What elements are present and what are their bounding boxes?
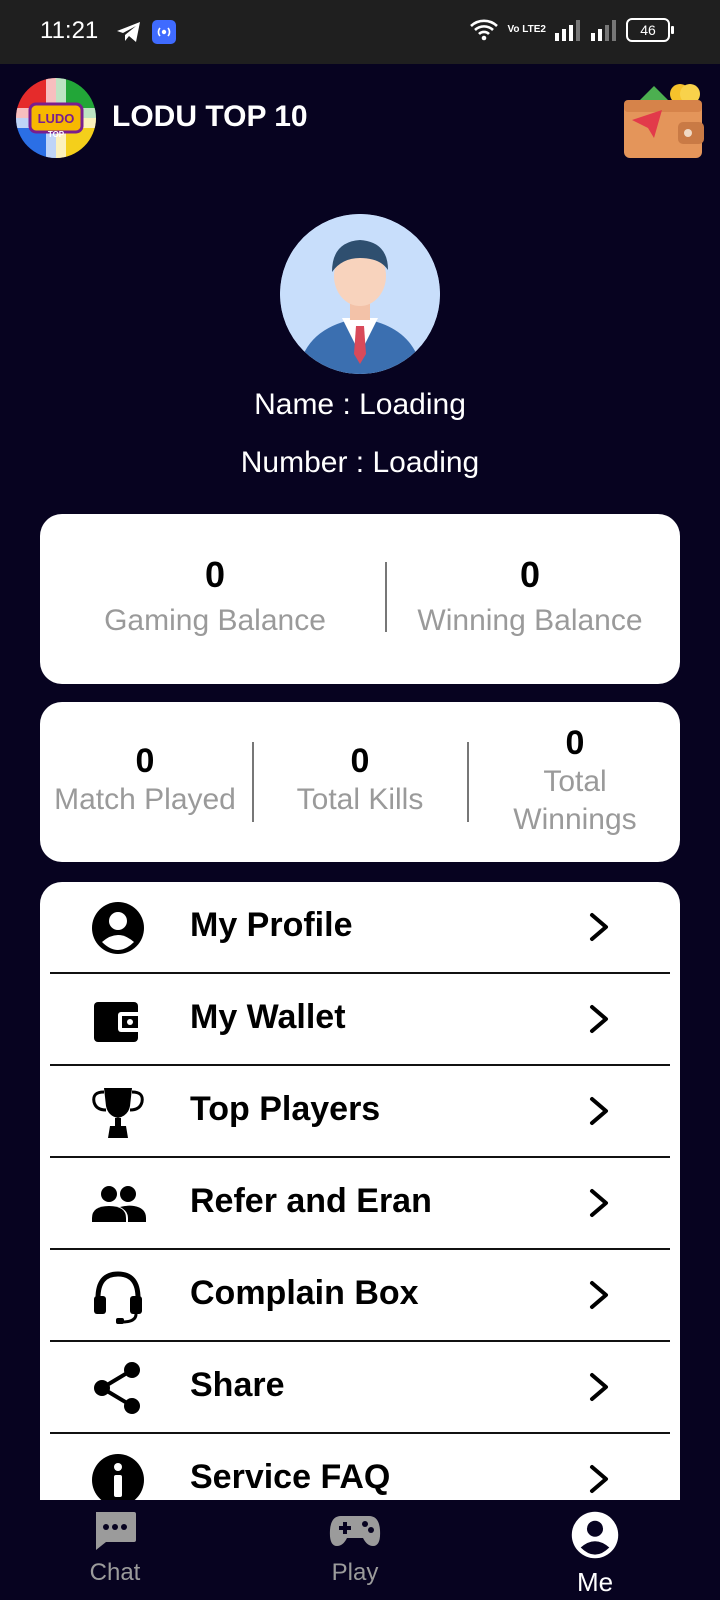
divider	[385, 562, 387, 632]
match-played-value: 0	[135, 742, 155, 780]
total-kills-label: Total Kills	[296, 783, 424, 816]
trophy-icon	[92, 1088, 144, 1138]
wifi-icon	[470, 19, 499, 41]
status-bar: 11:21 Vo LTE2 46	[0, 0, 720, 64]
status-time: 11:21	[40, 17, 99, 44]
chevron-right-icon	[590, 913, 608, 941]
telegram-icon	[117, 22, 140, 42]
app-logo: LUDO TOP	[16, 78, 96, 158]
total-winnings: 0 Total Winnings	[475, 724, 675, 839]
gaming-balance-value: 0	[204, 554, 226, 595]
chevron-right-icon	[590, 1465, 608, 1493]
chat-icon	[96, 1512, 136, 1550]
match-played-label: Match Played	[54, 783, 236, 816]
winning-balance-label: Winning Balance	[417, 604, 643, 637]
total-winnings-value: 0	[565, 724, 585, 762]
total-winnings-label-line2: Winnings	[513, 803, 637, 836]
svg-text:TOP: TOP	[48, 130, 65, 139]
app-header: LUDO TOP LODU TOP 10	[0, 64, 720, 174]
bottom-nav: Chat Play Me	[0, 1500, 720, 1600]
divider	[252, 742, 254, 822]
info-icon	[92, 1454, 144, 1500]
profile-avatar	[280, 214, 440, 374]
balance-card: 0 Gaming Balance 0 Winning Balance	[40, 514, 680, 684]
wallet-button[interactable]	[622, 80, 704, 162]
signal-icon	[555, 20, 580, 41]
nav-me-label: Me	[576, 1567, 614, 1597]
nav-me[interactable]: Me	[525, 1510, 665, 1598]
menu-item-service-faq[interactable]: Service FAQ	[50, 1434, 670, 1500]
chevron-right-icon	[590, 1005, 608, 1033]
menu-item-top-players[interactable]: Top Players	[50, 1066, 670, 1158]
gaming-balance: 0 Gaming Balance	[90, 554, 340, 638]
menu-item-complain-box[interactable]: Complain Box	[50, 1250, 670, 1342]
battery-indicator: 46	[626, 18, 674, 42]
profile-name: Name : Loading	[254, 388, 466, 421]
share-icon	[94, 1362, 140, 1414]
status-icons: Vo LTE2 46	[469, 18, 674, 42]
profile-number: Number : Loading	[240, 446, 480, 479]
menu-item-refer-and-earn[interactable]: Refer and Eran	[50, 1158, 670, 1250]
chevron-right-icon	[590, 1373, 608, 1401]
menu-item-label: Refer and Eran	[190, 1182, 432, 1220]
gamepad-icon	[329, 1516, 381, 1546]
account-circle-icon	[571, 1511, 619, 1559]
nav-chat-label: Chat	[89, 1559, 141, 1586]
menu-item-share[interactable]: Share	[50, 1342, 670, 1434]
winning-balance: 0 Winning Balance	[395, 554, 665, 638]
menu-item-label: Top Players	[190, 1090, 381, 1128]
winning-balance-value: 0	[519, 554, 541, 595]
divider	[467, 742, 469, 822]
svg-text:LUDO: LUDO	[38, 111, 75, 126]
volte-indicator: Vo LTE2	[507, 24, 546, 35]
hotspot-icon	[152, 20, 176, 44]
stats-card: 0 Match Played 0 Total Kills 0 Total Win…	[40, 702, 680, 862]
menu-item-label: Complain Box	[190, 1274, 419, 1312]
chevron-right-icon	[590, 1189, 608, 1217]
menu-item-my-profile[interactable]: My Profile	[50, 882, 670, 974]
signal-icon-2	[591, 20, 616, 41]
total-winnings-label-line1: Total	[543, 765, 607, 798]
app-title: LODU TOP 10	[112, 100, 308, 133]
menu-item-label: My Wallet	[190, 998, 346, 1036]
menu-item-label: My Profile	[190, 906, 353, 944]
nav-play-label: Play	[331, 1559, 379, 1586]
wallet-icon	[94, 1002, 142, 1042]
menu-list: My Profile My Wallet Top Players Refer a…	[40, 882, 680, 1500]
total-kills-value: 0	[350, 742, 370, 780]
gaming-balance-label: Gaming Balance	[104, 604, 326, 637]
menu-item-label: Service FAQ	[190, 1458, 391, 1496]
people-icon	[92, 1186, 146, 1222]
total-kills: 0 Total Kills	[260, 742, 460, 819]
nav-play[interactable]: Play	[285, 1510, 425, 1587]
headset-icon	[94, 1271, 142, 1324]
chevron-right-icon	[590, 1281, 608, 1309]
menu-item-label: Share	[190, 1366, 285, 1404]
menu-item-my-wallet[interactable]: My Wallet	[50, 974, 670, 1066]
nav-chat[interactable]: Chat	[45, 1510, 185, 1587]
match-played: 0 Match Played	[45, 742, 245, 819]
account-circle-icon	[92, 902, 144, 954]
chevron-right-icon	[590, 1097, 608, 1125]
